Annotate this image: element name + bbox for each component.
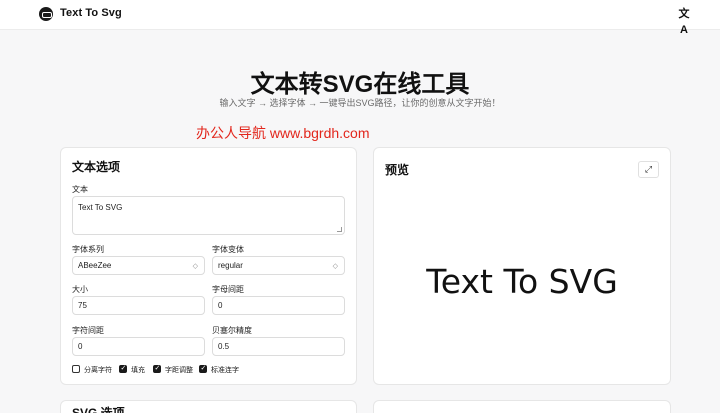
size-value: 75 xyxy=(78,301,87,310)
page-subtitle: 输入文字 → 选择字体 → 一键导出SVG路径，让你的创意从文字开始！ xyxy=(219,98,501,108)
translate-icon[interactable]: 文A xyxy=(676,6,692,36)
export-card xyxy=(373,400,671,413)
text-label: 文本 xyxy=(72,185,88,194)
text-options-title: 文本选项 xyxy=(72,160,121,174)
letter-spacing-input[interactable]: 0 xyxy=(212,296,345,315)
font-variant-select[interactable]: regular ◇ xyxy=(212,256,345,275)
expand-icon[interactable]: ⤢ xyxy=(638,161,659,178)
bezier-precision-value: 0.5 xyxy=(218,342,230,351)
font-variant-label: 字体变体 xyxy=(212,245,244,254)
preview-title: 预览 xyxy=(385,163,410,177)
letter-spacing-value: 0 xyxy=(218,301,223,310)
kerning-checkbox[interactable] xyxy=(153,364,161,373)
size-input[interactable]: 75 xyxy=(72,296,205,315)
char-spacing-input[interactable]: 0 xyxy=(72,337,205,356)
watermark: 办公人导航 www.bgrdh.com xyxy=(196,125,370,141)
font-family-select[interactable]: ABeeZee ◇ xyxy=(72,256,205,275)
fill-checkbox[interactable] xyxy=(119,364,127,373)
svg-options-title: SVG 选项 xyxy=(72,406,125,413)
ligatures-checkbox[interactable] xyxy=(199,364,207,373)
separate-chars-checkbox[interactable] xyxy=(72,365,80,373)
bezier-precision-label: 贝塞尔精度 xyxy=(212,326,252,335)
brand-name[interactable]: Text To Svg xyxy=(60,7,122,19)
text-input[interactable]: Text To SVG xyxy=(72,196,345,235)
letter-spacing-label: 字母间距 xyxy=(212,285,244,294)
font-variant-value: regular xyxy=(218,261,243,270)
font-family-label: 字体系列 xyxy=(72,245,104,254)
font-family-value: ABeeZee xyxy=(78,261,112,270)
chevron-updown-icon: ◇ xyxy=(332,262,338,270)
page-title: 文本转SVG在线工具 xyxy=(250,71,470,98)
top-bar: Text To Svg 文A xyxy=(0,0,720,36)
chevron-updown-icon: ◇ xyxy=(192,262,198,270)
fill-label: 填充 xyxy=(131,367,145,374)
bezier-precision-input[interactable]: 0.5 xyxy=(212,337,345,356)
text-input-value: Text To SVG xyxy=(78,203,123,212)
separate-chars-label: 分离字符 xyxy=(84,367,112,374)
kerning-label: 字距调整 xyxy=(165,367,193,374)
char-spacing-label: 字符间距 xyxy=(72,326,104,335)
size-label: 大小 xyxy=(72,285,88,294)
ligatures-label: 标准连字 xyxy=(211,367,239,374)
preview-text: Text To SVG xyxy=(426,262,618,301)
resize-handle-icon[interactable] xyxy=(337,227,342,232)
logo-icon xyxy=(39,7,53,21)
char-spacing-value: 0 xyxy=(78,342,83,351)
